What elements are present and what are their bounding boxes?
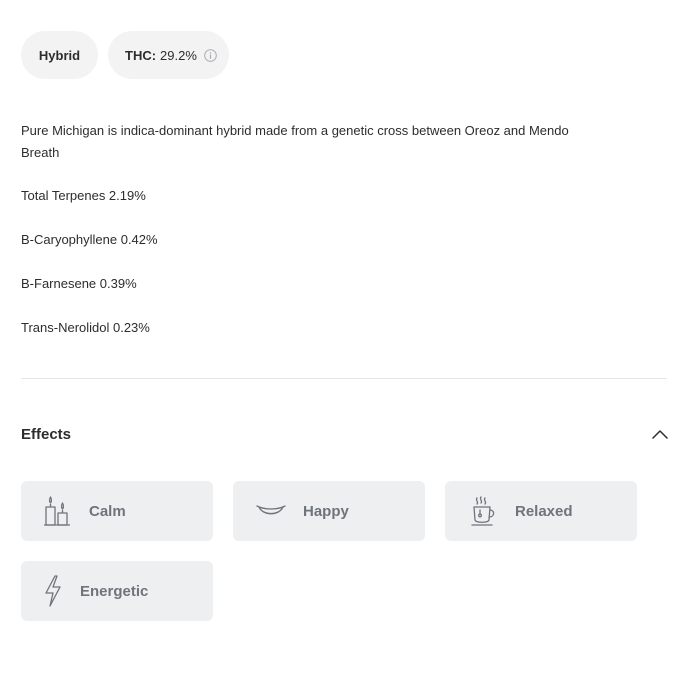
strain-type-label: Hybrid xyxy=(38,47,81,63)
effect-card-calm[interactable]: Calm xyxy=(21,481,213,541)
effect-card-relaxed[interactable]: Relaxed xyxy=(445,481,637,541)
product-details-page: Hybrid THC: 29.2% Pure Michigan is indic… xyxy=(0,0,699,680)
terpene-item: B-Farnesene 0.39% xyxy=(21,276,137,291)
smile-icon xyxy=(255,501,287,521)
strain-type-badge: Hybrid xyxy=(21,31,98,79)
thc-label: THC: xyxy=(125,47,157,63)
terpene-item: B-Caryophyllene 0.42% xyxy=(21,232,158,247)
effects-section-toggle[interactable]: Effects xyxy=(21,422,668,446)
terpene-item: Trans-Nerolidol 0.23% xyxy=(21,320,150,335)
effect-label: Calm xyxy=(89,502,126,520)
effect-label: Energetic xyxy=(80,582,149,600)
effects-title: Effects xyxy=(21,425,72,443)
effect-card-happy[interactable]: Happy xyxy=(233,481,425,541)
strain-description: Pure Michigan is indica-dominant hybrid … xyxy=(21,123,569,160)
effect-label: Happy xyxy=(303,502,349,520)
effect-label: Relaxed xyxy=(515,502,573,520)
chevron-up-icon[interactable] xyxy=(652,429,668,439)
section-divider xyxy=(21,378,667,379)
candles-icon xyxy=(43,495,73,527)
strain-info-pills: Hybrid THC: 29.2% xyxy=(21,31,229,79)
effect-card-energetic[interactable]: Energetic xyxy=(21,561,213,621)
thc-value: 29.2% xyxy=(160,47,197,63)
coffee-cup-icon xyxy=(471,496,497,526)
thc-badge: THC: 29.2% xyxy=(108,31,229,79)
terpene-total: Total Terpenes 2.19% xyxy=(21,188,146,203)
info-icon[interactable] xyxy=(204,48,217,62)
lightning-icon xyxy=(43,575,63,607)
